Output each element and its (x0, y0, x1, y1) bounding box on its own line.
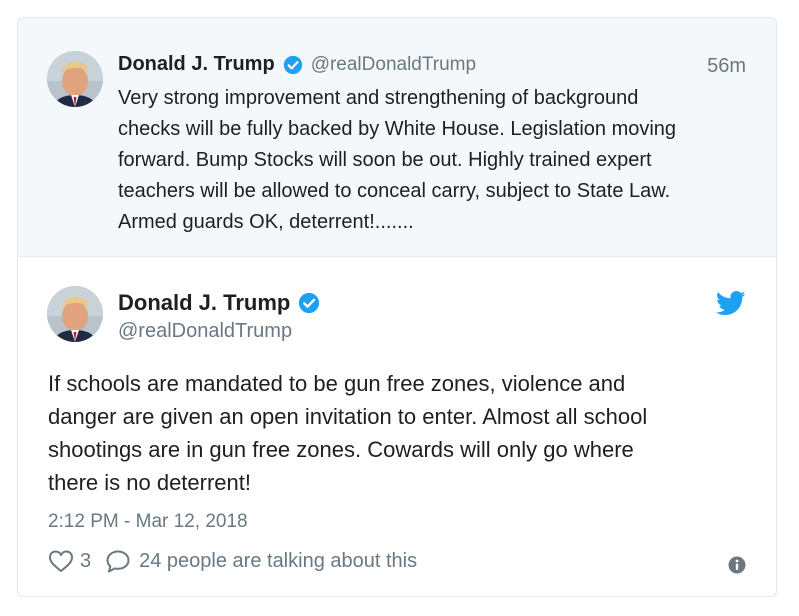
author-name[interactable]: Donald J. Trump (118, 53, 275, 76)
parent-tweet[interactable]: Donald J. Trump @realDonaldTrump 56m Ver… (18, 18, 776, 257)
tweet-actions: 3 24 people are talking about this (48, 549, 417, 573)
parent-tweet-text: Very strong improvement and strengthenin… (118, 87, 677, 233)
avatar[interactable] (47, 51, 103, 107)
verified-badge-icon (298, 292, 320, 314)
avatar[interactable] (47, 286, 103, 342)
author-row: Donald J. Trump (118, 290, 320, 316)
tweet-timestamp[interactable]: 2:12 PM - Mar 12, 2018 (48, 511, 248, 533)
author-name[interactable]: Donald J. Trump (118, 290, 290, 316)
verified-badge-icon (283, 55, 303, 75)
author-row: Donald J. Trump @realDonaldTrump (118, 53, 476, 76)
tweet-embed-card: Donald J. Trump @realDonaldTrump 56m Ver… (17, 17, 777, 597)
heart-icon[interactable] (48, 549, 74, 573)
author-handle[interactable]: @realDonaldTrump (118, 320, 292, 343)
talking-about-link[interactable]: 24 people are talking about this (139, 550, 417, 573)
tweet-text: If schools are mandated to be gun free z… (48, 371, 648, 495)
speech-bubble-icon[interactable] (105, 549, 131, 573)
twitter-bird-icon[interactable] (715, 291, 746, 316)
like-count[interactable]: 3 (80, 550, 91, 573)
relative-time[interactable]: 56m (707, 55, 746, 78)
author-handle[interactable]: @realDonaldTrump (311, 54, 476, 76)
info-icon[interactable] (728, 556, 746, 574)
